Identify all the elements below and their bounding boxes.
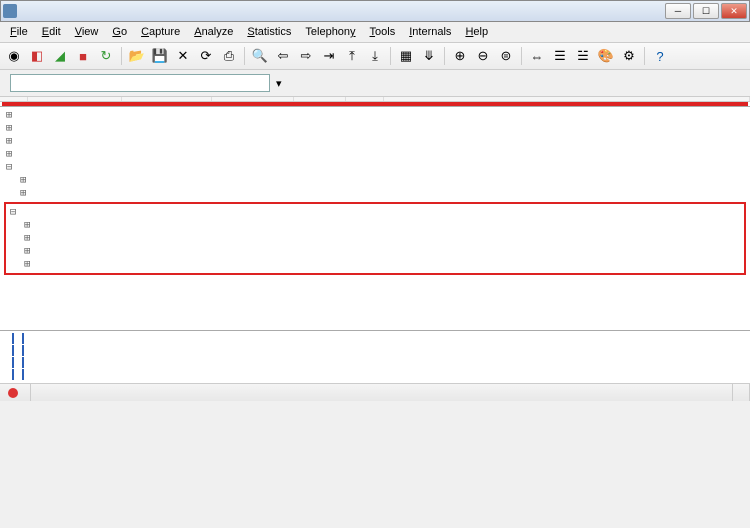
expand-icon[interactable]: ⊞ [8,219,24,232]
menu-view[interactable]: View [69,24,105,40]
print-icon[interactable]: ⎙ [219,46,239,66]
expand-icon[interactable]: ⊞ [4,174,20,187]
expert-info-icon[interactable] [8,388,18,398]
ascii-row [22,345,24,356]
collapse-icon[interactable]: ⊟ [4,161,14,174]
menubar: File Edit View Go Capture Analyze Statis… [0,22,750,43]
hex-row [12,333,14,344]
capture-filters-icon[interactable]: ☰ [550,46,570,66]
app-icon [3,4,17,18]
zoom-in-icon[interactable]: ⊕ [450,46,470,66]
status-packets [31,384,733,401]
colorize-icon[interactable]: ▦ [396,46,416,66]
open-file-icon[interactable]: 📂 [127,46,147,66]
filter-toolbar: ▾ [0,70,750,97]
ascii-row [22,369,24,380]
col-no[interactable] [0,97,28,101]
menu-tools[interactable]: Tools [364,24,402,40]
filter-input[interactable] [10,74,270,92]
expand-icon[interactable]: ⊞ [4,109,14,122]
find-icon[interactable]: 🔍 [250,46,270,66]
col-time[interactable] [28,97,122,101]
col-dest[interactable] [212,97,294,101]
menu-statistics[interactable]: Statistics [241,24,297,40]
hex-row [12,345,14,356]
menu-internals[interactable]: Internals [403,24,457,40]
maximize-button[interactable]: ☐ [693,3,719,19]
expand-icon[interactable]: ⊞ [8,258,24,271]
options-icon[interactable]: ◧ [27,46,47,66]
start-capture-icon[interactable]: ◢ [50,46,70,66]
status-profile[interactable] [733,384,750,401]
back-icon[interactable]: ⇦ [273,46,293,66]
menu-telephony[interactable]: Telephony [299,24,361,40]
autoscroll-icon[interactable]: ⤋ [419,46,439,66]
minimize-button[interactable]: ─ [665,3,691,19]
packet-list[interactable] [0,97,750,106]
prefs-icon[interactable]: ⚙ [619,46,639,66]
statusbar [0,383,750,401]
col-info[interactable] [384,97,750,101]
last-icon[interactable]: ⤓ [365,46,385,66]
zoom-out-icon[interactable]: ⊖ [473,46,493,66]
expand-icon[interactable]: ⊞ [8,232,24,245]
close-file-icon[interactable]: ✕ [173,46,193,66]
titlebar: ─ ☐ ✕ [0,0,750,22]
main-toolbar: ◉ ◧ ◢ ■ ↻ 📂 💾 ✕ ⟳ ⎙ 🔍 ⇦ ⇨ ⇥ ⤒ ⤓ ▦ ⤋ ⊕ ⊖ … [0,43,750,70]
packet-bytes[interactable] [0,330,750,383]
help-icon[interactable]: ? [650,46,670,66]
display-filters-icon[interactable]: ☱ [573,46,593,66]
menu-file[interactable]: File [4,24,34,40]
expand-icon[interactable]: ⊞ [4,148,14,161]
interfaces-icon[interactable]: ◉ [4,46,24,66]
highlight-box-answers: ⊟ ⊞ ⊞ ⊞ ⊞ [4,202,746,275]
ascii-row [22,357,24,368]
first-icon[interactable]: ⤒ [342,46,362,66]
reload-icon[interactable]: ⟳ [196,46,216,66]
expand-icon[interactable]: ⊞ [8,245,24,258]
menu-edit[interactable]: Edit [36,24,67,40]
restart-capture-icon[interactable]: ↻ [96,46,116,66]
menu-analyze[interactable]: Analyze [188,24,239,40]
col-length[interactable] [346,97,384,101]
hex-row [12,357,14,368]
expand-icon[interactable]: ⊞ [4,122,14,135]
forward-icon[interactable]: ⇨ [296,46,316,66]
hex-row [12,369,14,380]
col-source[interactable] [122,97,212,101]
menu-capture[interactable]: Capture [135,24,186,40]
zoom-reset-icon[interactable]: ⊜ [496,46,516,66]
menu-help[interactable]: Help [459,24,494,40]
stop-capture-icon[interactable]: ■ [73,46,93,66]
ascii-row [22,333,24,344]
expand-icon[interactable]: ⊞ [4,135,14,148]
coloring-rules-icon[interactable]: 🎨 [596,46,616,66]
goto-icon[interactable]: ⇥ [319,46,339,66]
resize-cols-icon[interactable]: ⇔ [527,46,547,66]
collapse-icon[interactable]: ⊟ [8,206,18,219]
close-button[interactable]: ✕ [721,3,747,19]
menu-go[interactable]: Go [106,24,133,40]
packet-details[interactable]: ⊞ ⊞ ⊞ ⊞ ⊟ ⊞ ⊞ ⊟ ⊞ ⊞ ⊞ ⊞ [0,106,750,330]
save-file-icon[interactable]: 💾 [150,46,170,66]
col-protocol[interactable] [294,97,346,101]
filter-dropdown-icon[interactable]: ▾ [276,77,282,90]
expand-icon[interactable]: ⊞ [4,187,20,200]
